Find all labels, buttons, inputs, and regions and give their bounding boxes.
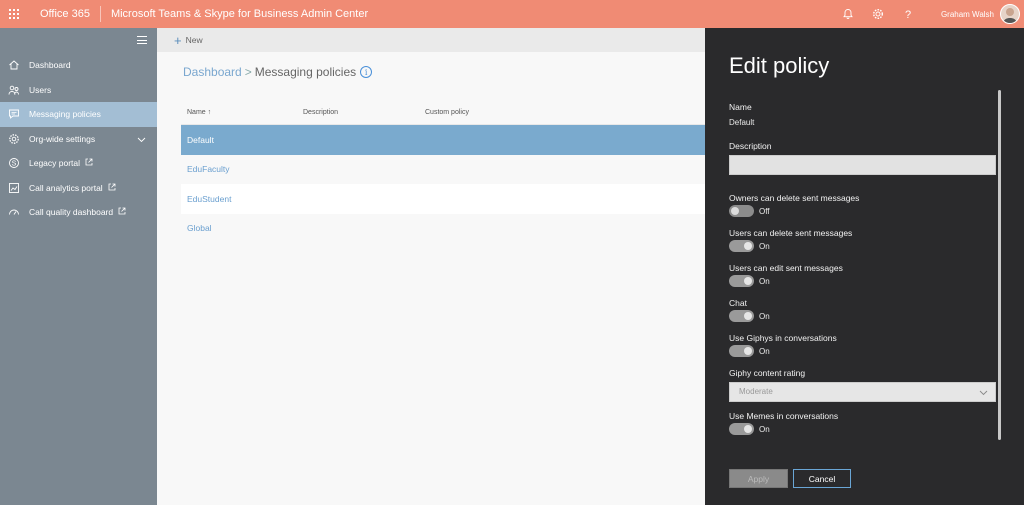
description-input[interactable] xyxy=(729,155,996,175)
giphy-rating-label: Giphy content rating xyxy=(729,368,806,378)
top-bar: Office 365 Microsoft Teams & Skype for B… xyxy=(0,0,1024,28)
sidebar-item-messaging-policies[interactable]: Messaging policies xyxy=(0,102,157,127)
sidebar-item-label: Org-wide settings xyxy=(29,133,96,144)
chat-toggle[interactable] xyxy=(729,310,754,322)
external-link-icon xyxy=(118,207,126,217)
panel-title: Edit policy xyxy=(729,53,830,78)
table-row[interactable]: EduFaculty xyxy=(181,155,705,185)
toggle-state: On xyxy=(759,276,770,286)
name-value: Default xyxy=(729,118,755,127)
toggle-state: On xyxy=(759,346,770,356)
users-edit-label: Users can edit sent messages xyxy=(729,263,843,273)
breadcrumb-dashboard-link[interactable]: Dashboard xyxy=(183,65,242,79)
toggle-state: On xyxy=(759,311,770,321)
apply-button[interactable]: Apply xyxy=(729,469,788,488)
toggle-state: On xyxy=(759,241,770,251)
giphy-rating-select[interactable]: Moderate xyxy=(729,382,996,402)
table-row[interactable]: EduStudent xyxy=(181,184,705,214)
home-icon xyxy=(8,59,20,71)
sidebar-item-call-analytics-portal[interactable]: Call analytics portal xyxy=(0,176,157,201)
external-link-icon xyxy=(108,183,116,193)
users-icon xyxy=(8,84,20,96)
gear-icon[interactable] xyxy=(863,0,893,28)
giphys-toggle[interactable] xyxy=(729,345,754,357)
memes-toggle[interactable] xyxy=(729,423,754,435)
panel-body: Name Default Description Owners can dele… xyxy=(729,92,997,440)
policies-table: Name ↑ Description Custom policy Default… xyxy=(181,100,705,243)
sidebar: Dashboard Users Messaging policies Org-w… xyxy=(0,28,157,505)
waffle-icon[interactable] xyxy=(0,0,28,28)
sidebar-item-label: Legacy portal xyxy=(29,158,81,169)
sidebar-item-org-wide-settings[interactable]: Org-wide settings xyxy=(0,127,157,152)
breadcrumb: Dashboard > Messaging policies i xyxy=(183,65,373,79)
toggle-state: On xyxy=(759,424,770,434)
sidebar-nav: Dashboard Users Messaging policies Org-w… xyxy=(0,53,157,225)
sort-ascending-icon: ↑ xyxy=(207,108,212,116)
column-header-description[interactable]: Description xyxy=(303,109,425,116)
gear-icon xyxy=(8,133,20,145)
sidebar-item-dashboard[interactable]: Dashboard xyxy=(0,53,157,78)
users-delete-label: Users can delete sent messages xyxy=(729,228,853,238)
external-link-icon xyxy=(85,158,93,168)
main-content: + New Dashboard > Messaging policies i N… xyxy=(157,28,705,505)
page-title: Messaging policies xyxy=(254,65,357,79)
svg-text:?: ? xyxy=(905,9,911,20)
owners-delete-label: Owners can delete sent messages xyxy=(729,193,860,203)
chart-icon xyxy=(8,182,20,194)
hamburger-menu-icon[interactable] xyxy=(137,36,147,44)
memes-label: Use Memes in conversations xyxy=(729,411,839,421)
toggle-state: Off xyxy=(759,206,770,216)
sidebar-item-label: Call analytics portal xyxy=(29,182,103,193)
owners-delete-toggle[interactable] xyxy=(729,205,754,217)
giphys-label: Use Giphys in conversations xyxy=(729,333,837,343)
help-icon[interactable]: ? xyxy=(893,0,923,28)
office-365-brand[interactable]: Office 365 xyxy=(28,6,101,22)
command-bar: + New xyxy=(157,28,705,52)
table-row[interactable]: Global xyxy=(181,214,705,244)
sidebar-item-label: Messaging policies xyxy=(29,109,101,120)
bell-icon[interactable] xyxy=(833,0,863,28)
app-title: Microsoft Teams & Skype for Business Adm… xyxy=(110,8,369,20)
description-label: Description xyxy=(729,141,772,151)
panel-scrollbar[interactable] xyxy=(998,90,1001,440)
sidebar-item-label: Users xyxy=(29,84,52,95)
sidebar-item-legacy-portal[interactable]: S Legacy portal xyxy=(0,151,157,176)
users-delete-toggle[interactable] xyxy=(729,240,754,252)
giphy-rating-value: Moderate xyxy=(739,387,773,396)
svg-text:S: S xyxy=(12,161,17,168)
skype-icon: S xyxy=(8,157,20,169)
user-name[interactable]: Graham Walsh xyxy=(941,10,994,19)
avatar[interactable] xyxy=(1000,4,1020,24)
chat-label: Chat xyxy=(729,298,747,308)
new-button[interactable]: New xyxy=(186,35,203,45)
column-header-name[interactable]: Name ↑ xyxy=(181,109,303,116)
dashboard-icon xyxy=(8,206,20,218)
edit-policy-panel: Edit policy Name Default Description Own… xyxy=(705,28,1024,505)
table-header: Name ↑ Description Custom policy xyxy=(181,100,705,125)
cancel-button[interactable]: Cancel xyxy=(793,469,851,488)
info-icon[interactable]: i xyxy=(360,66,373,78)
chevron-down-icon xyxy=(979,384,988,402)
breadcrumb-separator: > xyxy=(244,65,252,79)
table-row[interactable]: Default xyxy=(181,125,705,155)
column-header-custom-policy[interactable]: Custom policy xyxy=(425,109,469,116)
users-edit-toggle[interactable] xyxy=(729,275,754,287)
chat-icon xyxy=(8,108,20,120)
sidebar-item-label: Call quality dashboard xyxy=(29,207,114,218)
sidebar-item-call-quality-dashboard[interactable]: Call quality dashboard xyxy=(0,200,157,225)
plus-icon[interactable]: + xyxy=(174,34,182,47)
name-label: Name xyxy=(729,102,752,112)
chevron-down-icon[interactable] xyxy=(137,135,146,145)
sidebar-item-users[interactable]: Users xyxy=(0,78,157,103)
sidebar-item-label: Dashboard xyxy=(29,60,71,71)
